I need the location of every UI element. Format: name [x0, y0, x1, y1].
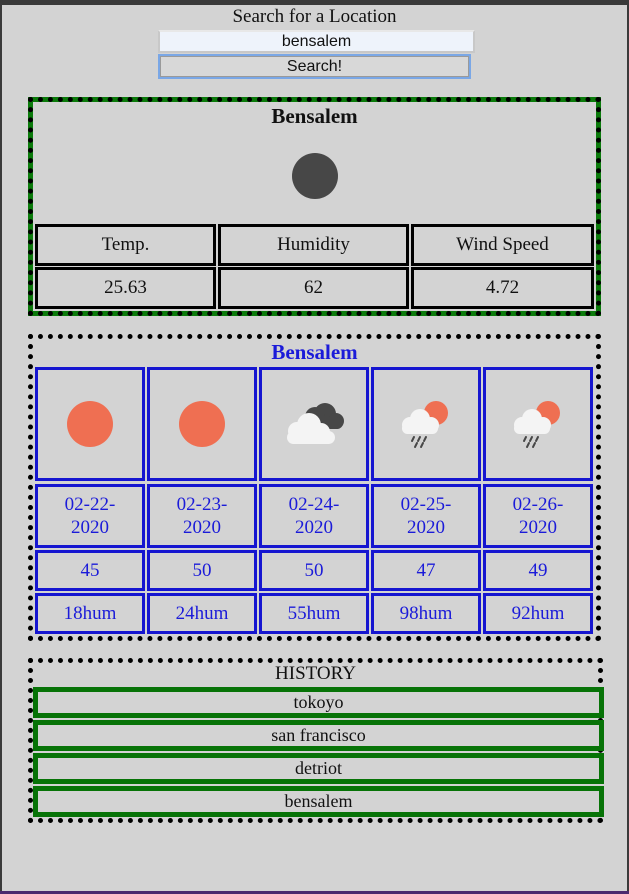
history-item-bensalem[interactable]: bensalem [33, 786, 604, 817]
humidity-header: Humidity [218, 224, 409, 266]
forecast-temp: 47 [371, 550, 481, 591]
sun-icon [179, 401, 225, 447]
temp-header: Temp. [35, 224, 216, 266]
forecast-humidity: 98hum [371, 593, 481, 634]
forecast-humidity: 92hum [483, 593, 593, 634]
window-left-edge [0, 0, 2, 894]
window-top-edge [0, 0, 629, 5]
humidity-value: 62 [218, 267, 409, 309]
history-title: HISTORY [275, 663, 356, 684]
forecast-icon-cell [147, 367, 257, 481]
history-item-tokoyo[interactable]: tokoyo [33, 687, 604, 718]
temp-value: 25.63 [35, 267, 216, 309]
forecast-humidity: 24hum [147, 593, 257, 634]
forecast-humidity: 18hum [35, 593, 145, 634]
forecast-icon-cell [259, 367, 369, 481]
rain-sun-icon [402, 401, 448, 448]
search-input[interactable] [158, 30, 475, 53]
search-button[interactable]: Search! [158, 54, 471, 79]
forecast-temp: 50 [259, 550, 369, 591]
wind-speed-value: 4.72 [411, 267, 594, 309]
forecast-temp: 45 [35, 550, 145, 591]
forecast-city-title: Bensalem [271, 340, 358, 364]
forecast-date: 02-22- 2020 [35, 484, 145, 548]
current-city-title: Bensalem [271, 104, 358, 128]
history-item-san-francisco[interactable]: san francisco [33, 720, 604, 751]
history-item-detriot[interactable]: detriot [33, 753, 604, 784]
forecast-icon-cell [483, 367, 593, 481]
moon-icon [292, 153, 338, 199]
forecast-temp: 49 [483, 550, 593, 591]
cloudy-icon [287, 403, 344, 444]
forecast-date: 02-24- 2020 [259, 484, 369, 548]
forecast-icon-cell [371, 367, 481, 481]
forecast-date: 02-23- 2020 [147, 484, 257, 548]
forecast-date: 02-25- 2020 [371, 484, 481, 548]
forecast-date: 02-26- 2020 [483, 484, 593, 548]
wind-speed-header: Wind Speed [411, 224, 594, 266]
search-label: Search for a Location [232, 6, 397, 27]
sun-icon [67, 401, 113, 447]
forecast-icon-cell [35, 367, 145, 481]
forecast-humidity: 55hum [259, 593, 369, 634]
rain-sun-icon [514, 401, 560, 448]
forecast-temp: 50 [147, 550, 257, 591]
